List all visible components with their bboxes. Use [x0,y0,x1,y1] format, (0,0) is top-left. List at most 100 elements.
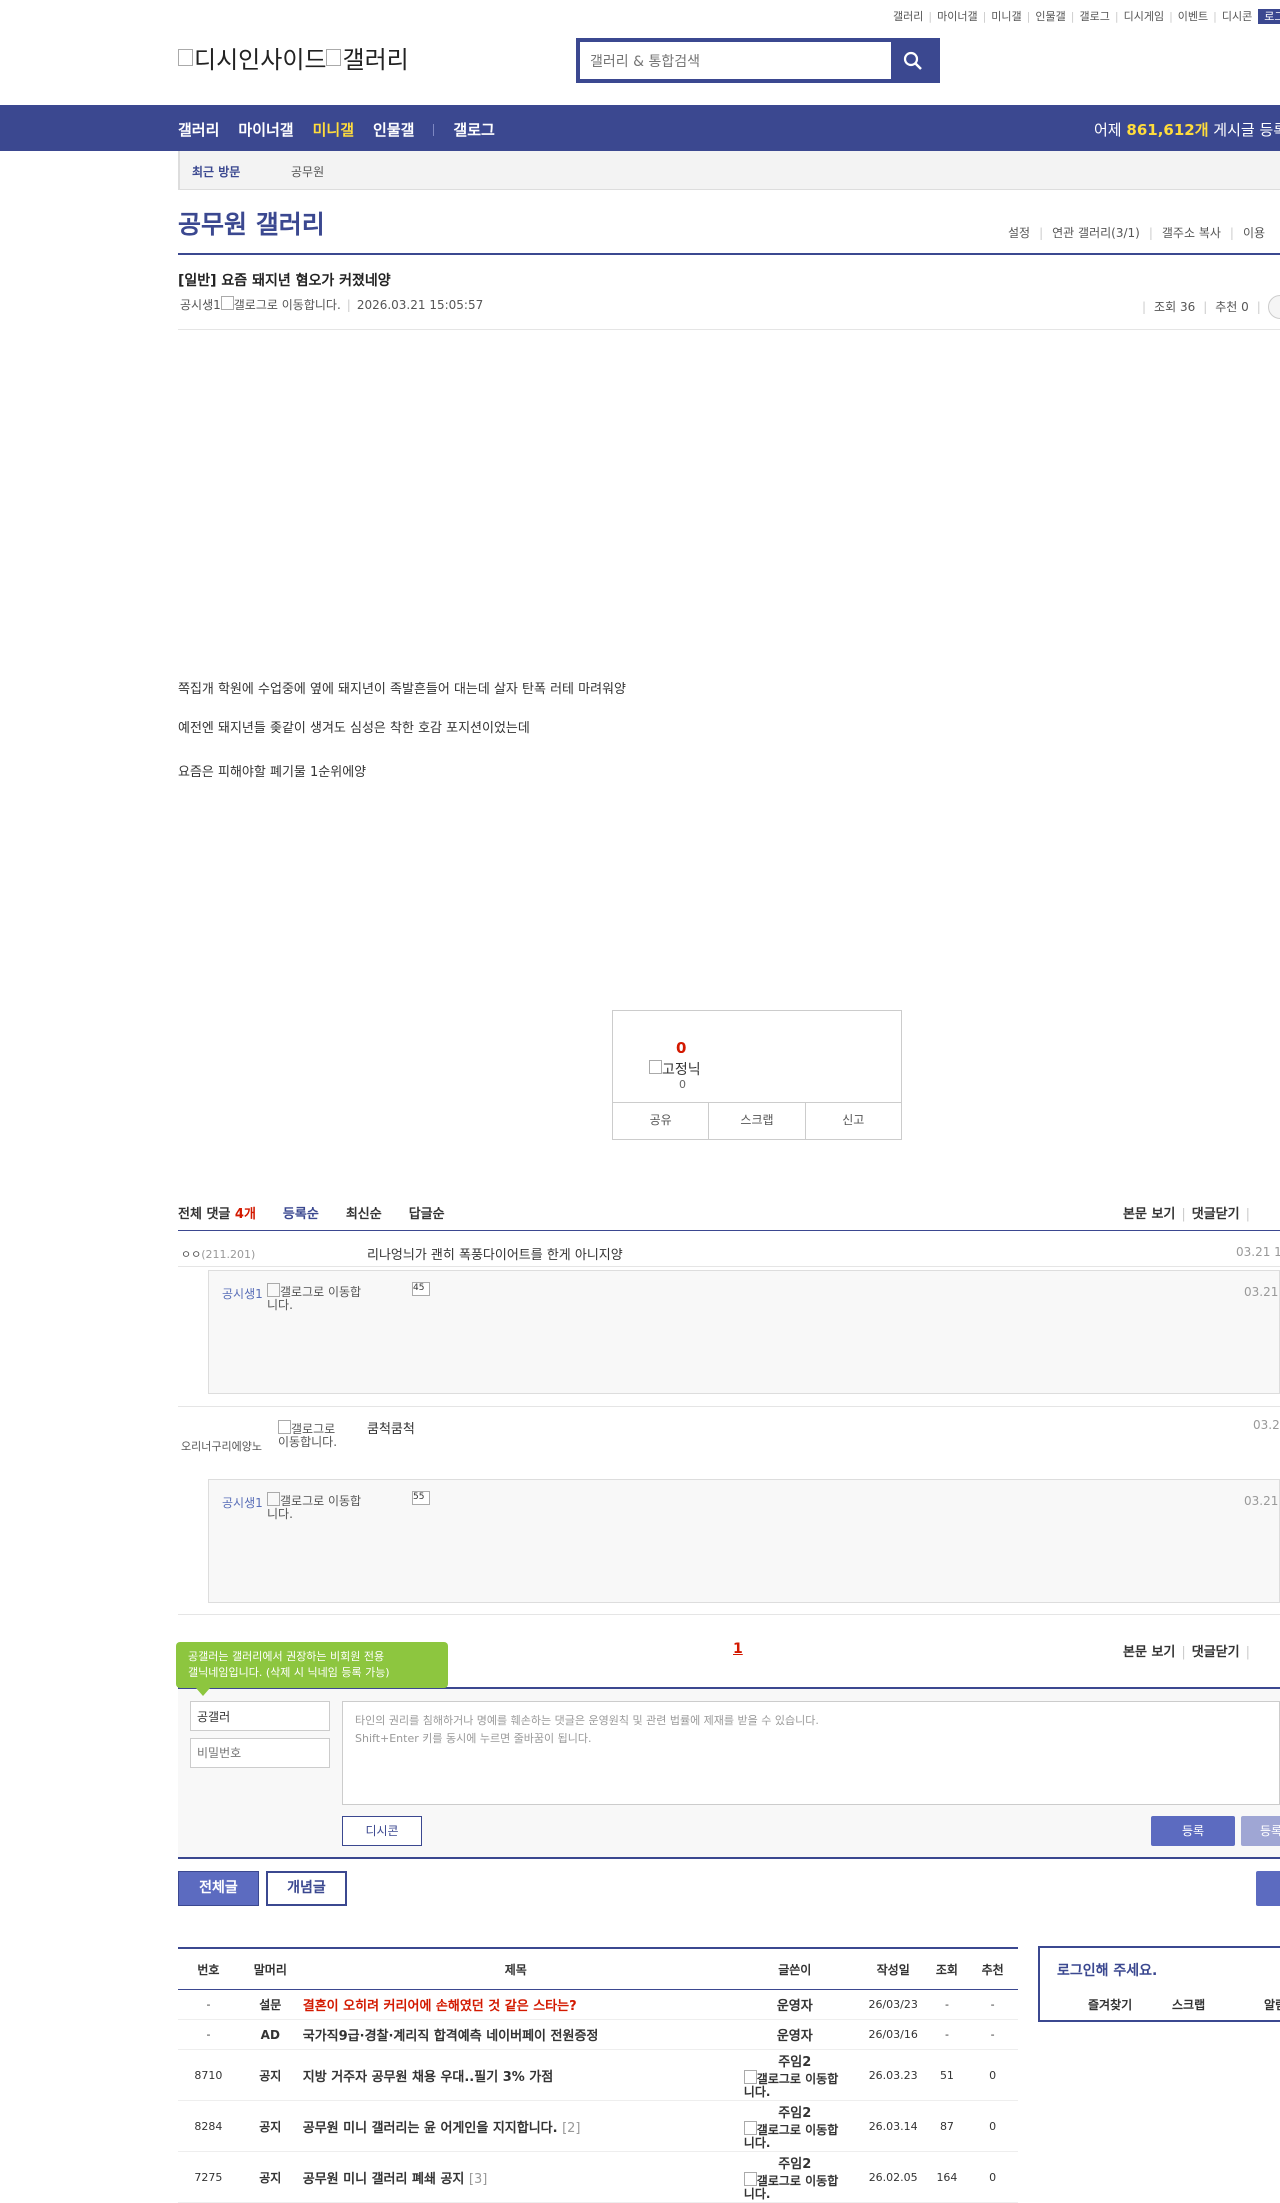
util-link-dccon[interactable]: 디시콘 [1222,10,1252,23]
row-writer[interactable]: 운영자 [729,1989,860,2020]
scrap-link[interactable]: 스크랩 [1172,1996,1205,2013]
divider [178,253,1280,255]
recent-visit-item[interactable]: 공무원 [291,163,324,180]
nickname-input[interactable] [190,1701,330,1731]
row-title[interactable]: 결혼이 오히려 커리어에 손해였던 것 같은 스타는? [301,1989,730,2020]
util-link-mini[interactable]: 미니갤 [991,10,1021,23]
tab-all-posts[interactable]: 전체글 [178,1871,259,1906]
comment-nick[interactable]: ㅇㅇ(211.201) [181,1246,255,1262]
comment-header: 전체 댓글 4개 등록순 최신순 답글순 [178,1203,472,1222]
gallog-link-text: 갤로그로 이동합니다. [743,2123,839,2150]
col-no: 번호 [178,1947,239,1990]
related-gallery-link[interactable]: 연관 갤러리(3/1) [1052,226,1140,240]
gnb-gallery[interactable]: 갤러리 [178,121,219,139]
row-title-text[interactable]: 결혼이 오히려 커리어에 손해였던 것 같은 스타는? [303,1999,577,2014]
submit-alt-button[interactable]: 등록 [1241,1816,1280,1846]
util-link-gallog[interactable]: 갤로그 [1079,10,1109,23]
dccon-button[interactable]: 디시콘 [342,1816,422,1846]
reply-date: 03.21 1 [1244,1285,1280,1299]
close-comments-link[interactable]: 댓글닫기 [1192,1207,1240,1222]
notification-link[interactable]: 알림 [1264,1996,1280,2013]
share-circle-icon[interactable] [1268,295,1280,319]
gallog-link-text: 갤로그로 이동합니다. [743,2072,839,2099]
table-row[interactable]: 8710 공지 지방 거주자 공무원 채용 우대..필기 3% 가점 주임2 갤로그로… [178,2049,1018,2101]
gnb-minor[interactable]: 마이너갤 [238,121,293,139]
row-rec: - [967,2019,1018,2050]
table-row[interactable]: - AD 국가직9급·경찰·계리직 합격예측 네이버페이 전원증정 운영자 26/03… [178,2019,1018,2050]
gallog-link[interactable]: 갤로그로 이동합니다. [278,1420,338,1449]
gallog-link[interactable]: 갤로그로 이동합니다. [743,2121,846,2150]
comment-textarea[interactable]: 타인의 권리를 침해하거나 명예를 훼손하는 댓글은 운영원칙 및 관련 법률에… [342,1701,1280,1805]
share-button[interactable]: 공유 [613,1103,710,1139]
gallery-settings-link[interactable]: 설정 [1008,226,1030,240]
row-writer[interactable]: 주임2 갤로그로 이동합니다. [729,2100,860,2152]
row-title[interactable]: 공무원 미니 갤러리는 윤 어게인을 지지합니다. [2] [301,2100,730,2152]
row-writer[interactable]: 주임2 갤로그로 이동합니다. [729,2049,860,2101]
gnb-person[interactable]: 인물갤 [373,121,414,139]
table-row[interactable]: - 설문 결혼이 오히려 커리어에 손해였던 것 같은 스타는? 운영자 26/03/… [178,1989,1018,2020]
util-link-minor[interactable]: 마이너갤 [937,10,977,23]
row-no: 8284 [178,2100,239,2152]
dccon-image: 55 [412,1491,430,1505]
usage-link[interactable]: 이용 [1243,226,1265,240]
row-title-text[interactable]: 공무원 미니 갤러리 폐쇄 공지 [303,2172,465,2187]
recent-visit-label[interactable]: 최근 방문 [192,163,240,180]
reply-nick[interactable]: 공시생1 [222,1494,263,1511]
util-link-person[interactable]: 인물갤 [1035,10,1065,23]
row-title[interactable]: 지방 거주자 공무원 채용 우대..필기 3% 가점 [301,2049,730,2101]
divider [178,1230,1280,1231]
gallog-link[interactable]: 갤로그로 이동합니다. [267,1492,367,1521]
gnb-gallog[interactable]: 갤로그 [453,121,494,139]
submit-button[interactable]: 등록 [1151,1816,1235,1846]
fixed-nick-recommend[interactable]: 고정닉 [649,1059,701,1079]
row-title-text[interactable]: 지방 거주자 공무원 채용 우대..필기 3% 가점 [303,2070,553,2085]
table-row[interactable]: 7275 공지 공무원 미니 갤러리 폐쇄 공지 [3] 주임2 갤로그로 이동합니다.… [178,2151,1018,2203]
row-title[interactable]: 국가직9급·경찰·계리직 합격예측 네이버페이 전원증정 [301,2019,730,2050]
gallog-link[interactable]: 갤로그로 이동합니다. [234,298,341,312]
sort-latest[interactable]: 최신순 [346,1207,382,1222]
util-link-event[interactable]: 이벤트 [1178,10,1208,23]
gallog-link[interactable]: 갤로그로 이동합니다. [267,1283,367,1312]
login-prompt[interactable]: 로그인해 주세요. [1057,1960,1157,1980]
row-title-text[interactable]: 공무원 미니 갤러리는 윤 어게인을 지지합니다. [303,2121,558,2136]
comment-nick[interactable]: 오리너구리에양노 [181,1438,262,1454]
sort-reply[interactable]: 답글순 [409,1207,445,1222]
write-post-button[interactable] [1256,1871,1280,1906]
row-no: 8710 [178,2049,239,2101]
col-date: 작성일 [859,1947,927,1990]
gallog-link-text: 갤로그로 이동합니다. [267,1285,362,1312]
util-link-gallery[interactable]: 갤러리 [893,10,923,23]
comment-page-1[interactable]: 1 [733,1641,743,1657]
gallog-link[interactable]: 갤로그로 이동합니다. [743,2070,846,2099]
gallog-link-text: 갤로그로 이동합니다. [267,1494,362,1521]
login-button[interactable]: 로그인 [1258,9,1280,24]
row-head: AD [238,2019,302,2050]
view-post-link[interactable]: 본문 보기 [1123,1207,1175,1222]
table-row[interactable]: 8284 공지 공무원 미니 갤러리는 윤 어게인을 지지합니다. [2] 주임2 갤로… [178,2100,1018,2152]
tab-best-posts[interactable]: 개념글 [266,1871,347,1906]
gallog-link[interactable]: 갤로그로 이동합니다. [743,2172,846,2201]
reply-nick[interactable]: 공시생1 [222,1285,263,1302]
report-button[interactable]: 신고 [806,1103,901,1139]
view-post-link[interactable]: 본문 보기 [1123,1645,1175,1660]
copy-url-link[interactable]: 갤주소 복사 [1162,226,1221,240]
row-writer[interactable]: 주임2 갤로그로 이동합니다. [729,2151,860,2203]
sort-registered[interactable]: 등록순 [283,1207,319,1222]
gnb-mini[interactable]: 미니갤 [313,121,354,139]
favorites-link[interactable]: 즐겨찾기 [1088,1996,1132,2013]
scrap-button[interactable]: 스크랩 [709,1103,806,1139]
util-link-game[interactable]: 디시게임 [1124,10,1164,23]
password-input[interactable] [190,1738,330,1768]
search-input[interactable] [588,48,892,76]
search-button[interactable] [891,42,936,79]
site-logo[interactable]: 디시인사이드 갤러리 [178,40,409,75]
logo-text-dcinside: 디시인사이드 [194,46,327,74]
post-author[interactable]: 공시생1 [180,298,221,312]
row-title[interactable]: 공무원 미니 갤러리 폐쇄 공지 [3] [301,2151,730,2203]
logo-text-gallery: 갤러리 [342,46,409,74]
gallery-title[interactable]: 공무원 갤러리 [178,205,325,241]
row-title-text[interactable]: 국가직9급·경찰·계리직 합격예측 네이버페이 전원증정 [303,2029,599,2044]
util-links: 갤러리|마이너갤|미니갤|인물갤|갤로그|디시게임|이벤트|디시콘로그인 [893,8,1280,24]
row-writer[interactable]: 운영자 [729,2019,860,2050]
close-comments-link[interactable]: 댓글닫기 [1192,1645,1240,1660]
